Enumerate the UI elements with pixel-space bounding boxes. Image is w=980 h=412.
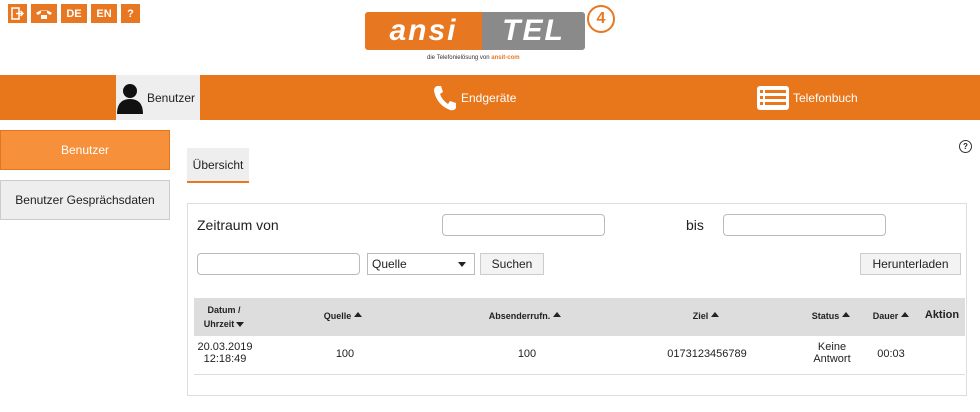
col-status-label: Status (811, 311, 840, 321)
field-select-value: Quelle (372, 257, 407, 271)
nav-item-telefonbuch[interactable]: Telefonbuch (756, 75, 876, 120)
cell-status: Keine Antwort (806, 341, 858, 365)
download-button[interactable]: Herunterladen (860, 253, 961, 275)
search-input[interactable] (197, 253, 360, 275)
table-row-date: 20.03.2019 12:18:49 (196, 341, 254, 365)
lang-en-button[interactable]: EN (91, 4, 117, 23)
col-dauer[interactable]: Dauer (868, 311, 914, 321)
logo-tagline-prefix: die Telefonielösung von (427, 55, 490, 61)
col-ziel[interactable]: Ziel (688, 311, 724, 321)
phone-icon (432, 84, 458, 112)
phone-icon[interactable] (31, 4, 57, 23)
cell-quelle: 100 (335, 348, 355, 360)
logo-version-number: 4 (587, 5, 615, 33)
cell-status-line2: Antwort (813, 353, 851, 365)
nav-item-benutzer[interactable]: Benutzer (116, 75, 200, 120)
col-ziel-label: Ziel (692, 311, 709, 321)
cell-date: 20.03.2019 (197, 341, 253, 353)
sort-asc-icon (842, 312, 851, 317)
zeitraum-label: Zeitraum von (197, 217, 279, 233)
cell-ziel: 0173123456789 (667, 348, 747, 360)
sort-asc-icon (354, 312, 363, 317)
date-from-input[interactable] (442, 214, 605, 236)
nav-item-endgeraete[interactable]: Endgeräte (432, 75, 542, 120)
sort-asc-icon (553, 312, 562, 317)
col-status[interactable]: Status (808, 311, 854, 321)
ansitel-logo: ansi TEL 4 die Telefonielösung von ansit… (365, 5, 615, 69)
user-icon (116, 82, 144, 114)
logo-tagline-brand: ansit-com (491, 55, 520, 61)
col-dauer-label: Dauer (872, 311, 899, 321)
cell-status-line1: Keine (817, 341, 847, 353)
bis-label: bis (686, 217, 704, 233)
logo-bar: ansi TEL (365, 12, 585, 50)
chevron-down-icon (458, 262, 466, 267)
sidebar-item-gespraechsdaten[interactable]: Benutzer Gesprächsdaten (0, 180, 170, 220)
sort-asc-icon (711, 312, 720, 317)
col-aktion: Aktion (924, 309, 960, 321)
row-divider (194, 374, 965, 375)
field-select[interactable]: Quelle (367, 253, 475, 275)
top-toolbar: DE EN ? (8, 4, 140, 23)
col-quelle[interactable]: Quelle (318, 311, 368, 321)
col-datum-line2: Uhrzeit (203, 319, 235, 329)
sidebar-item-benutzer[interactable]: Benutzer (0, 130, 170, 170)
logo-left-text: ansi (365, 12, 482, 50)
sort-asc-icon (901, 312, 910, 317)
logo-right-text: TEL (482, 12, 585, 50)
list-icon (756, 85, 790, 111)
date-to-input[interactable] (723, 214, 886, 236)
logout-icon[interactable] (8, 4, 27, 23)
col-datum-line1: Datum / (207, 305, 241, 315)
col-quelle-label: Quelle (323, 311, 352, 321)
nav-item-label: Telefonbuch (793, 90, 858, 105)
search-button[interactable]: Suchen (480, 253, 544, 275)
nav-item-label: Endgeräte (461, 90, 517, 105)
cell-dauer: 00:03 (877, 348, 905, 360)
nav-item-label: Benutzer (147, 90, 196, 105)
cell-absender: 100 (517, 348, 537, 360)
cell-time: 12:18:49 (203, 353, 247, 365)
lang-de-button[interactable]: DE (61, 4, 87, 23)
col-datum[interactable]: Datum / Uhrzeit (198, 305, 250, 329)
col-absender-label: Absenderrufn. (488, 311, 551, 321)
logo-tagline: die Telefonielösung von ansit-com (427, 55, 520, 61)
tab-uebersicht[interactable]: Übersicht (187, 148, 249, 183)
col-absender[interactable]: Absenderrufn. (482, 311, 568, 321)
help-button[interactable]: ? (121, 4, 140, 23)
help-icon[interactable]: ? (959, 140, 972, 153)
main-nav: Benutzer Endgeräte Telefonbuch (0, 75, 980, 120)
sort-desc-icon (236, 322, 245, 327)
